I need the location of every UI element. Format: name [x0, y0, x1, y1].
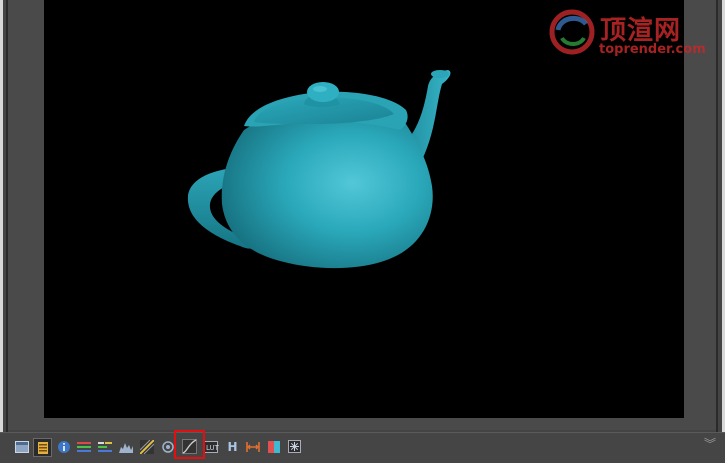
panel-border-right — [716, 0, 718, 432]
watermark: 顶渲网 toprender.com — [548, 8, 718, 64]
render-window: 顶渲网 toprender.com LUT H ︾ — [0, 0, 725, 463]
toprender-logo-icon — [549, 9, 595, 55]
teapot-body — [221, 113, 433, 269]
hsl-icon[interactable] — [75, 438, 92, 455]
info-icon[interactable] — [55, 438, 72, 455]
h-letter-icon[interactable]: H — [224, 438, 241, 455]
split-view-icon[interactable] — [265, 438, 282, 455]
levels-icon[interactable] — [96, 438, 113, 455]
compare-icon[interactable] — [244, 438, 261, 455]
svg-text:LUT: LUT — [206, 444, 219, 452]
gradient-icon[interactable] — [138, 438, 155, 455]
watermark-url: toprender.com — [599, 42, 706, 57]
h-letter-label: H — [227, 439, 238, 454]
teapot-knob — [307, 82, 339, 102]
render-frame-icon[interactable] — [33, 438, 52, 457]
window-icon[interactable] — [13, 438, 30, 455]
window-frame-left — [0, 0, 3, 432]
expand-chevron-icon[interactable]: ︾ — [703, 437, 717, 451]
asterisk-icon[interactable] — [286, 438, 303, 455]
histogram-icon[interactable] — [117, 438, 134, 455]
lut-icon[interactable]: LUT — [203, 438, 220, 455]
highlight-annotation — [174, 430, 205, 459]
panel-border-left — [6, 0, 8, 432]
bottom-toolbar: LUT H ︾ — [0, 432, 725, 463]
